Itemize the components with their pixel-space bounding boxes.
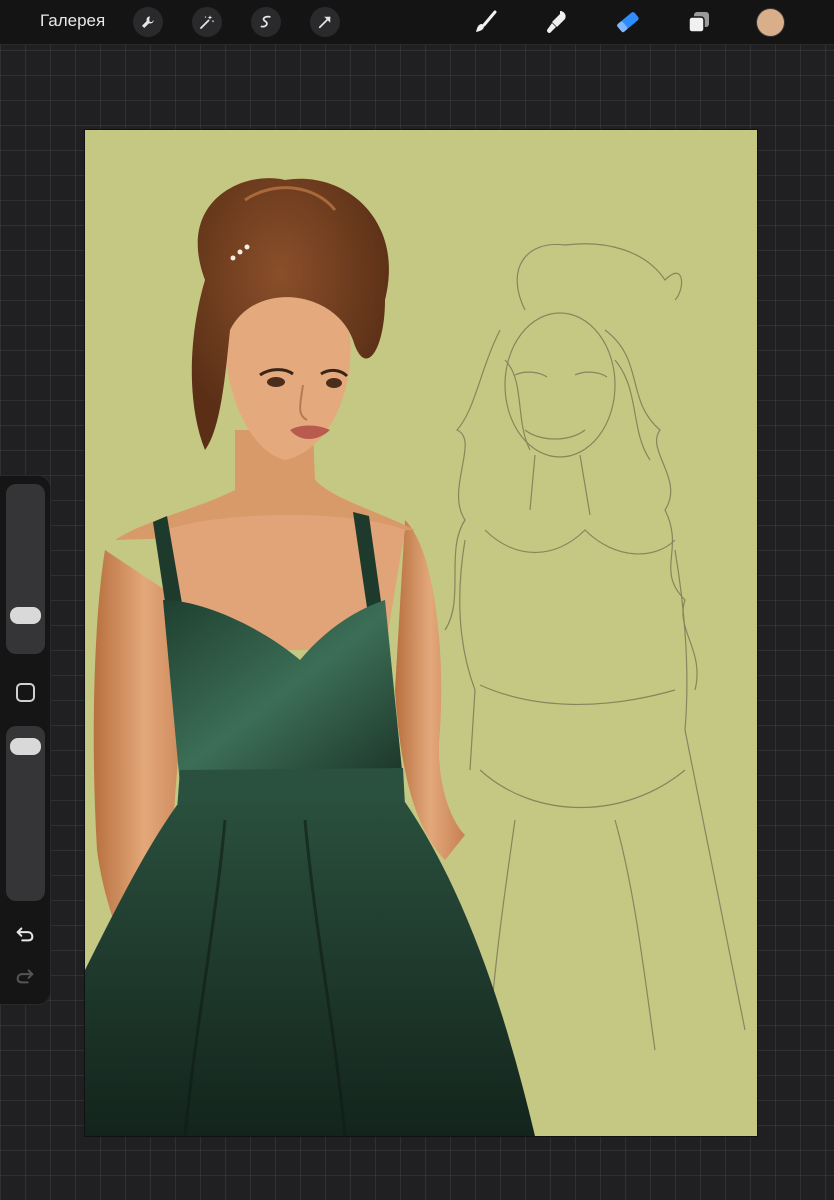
wrench-icon[interactable]	[133, 7, 163, 37]
brush-size-thumb[interactable]	[10, 606, 41, 624]
brush-icon[interactable]	[470, 6, 502, 38]
selection-icon[interactable]	[251, 7, 281, 37]
magic-wand-icon[interactable]	[192, 7, 222, 37]
top-toolbar: Галерея	[0, 0, 834, 45]
smudge-icon[interactable]	[541, 6, 573, 38]
transform-arrow-icon[interactable]	[310, 7, 340, 37]
illustration	[85, 130, 757, 1136]
gallery-button[interactable]: Галерея	[40, 11, 105, 31]
redo-icon[interactable]	[12, 964, 38, 988]
brush-size-slider[interactable]	[6, 484, 45, 654]
modify-square-icon[interactable]	[16, 683, 35, 702]
opacity-slider[interactable]	[6, 726, 45, 901]
left-sidebar	[0, 476, 50, 1004]
color-swatch[interactable]	[757, 9, 784, 36]
eraser-icon[interactable]	[612, 6, 644, 38]
layers-icon[interactable]	[683, 6, 715, 38]
drawing-canvas[interactable]	[85, 130, 757, 1136]
undo-icon[interactable]	[12, 922, 38, 946]
opacity-thumb[interactable]	[10, 737, 41, 755]
